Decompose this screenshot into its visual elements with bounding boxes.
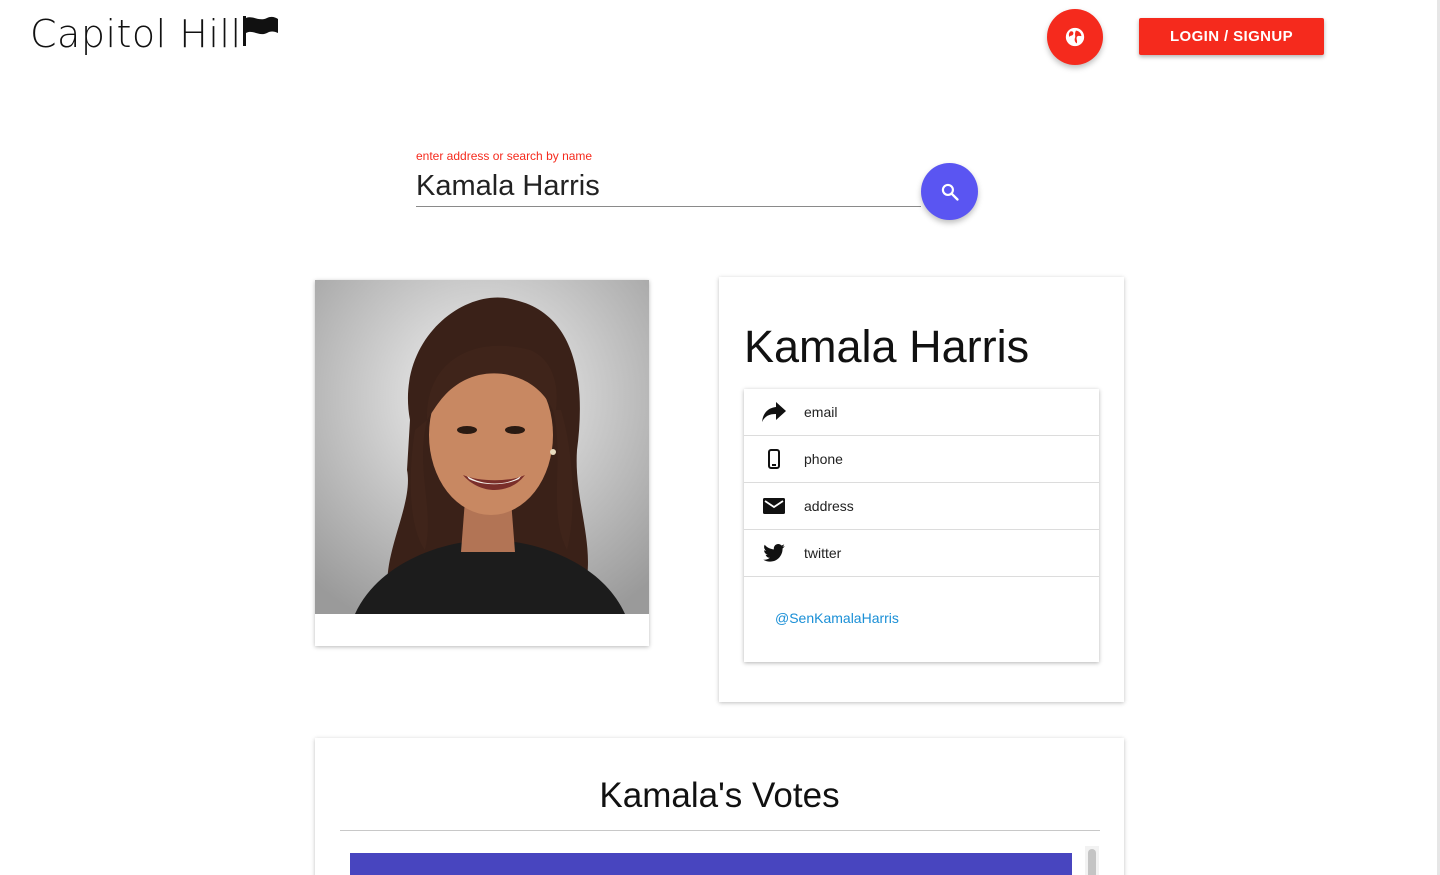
twitter-handle-link[interactable]: @SenKamalaHarris [775, 610, 899, 626]
contact-list: email phone address twitter @SenKamalaHa… [744, 389, 1099, 662]
photo-card [315, 280, 649, 646]
contact-row-email[interactable]: email [744, 389, 1099, 436]
globe-button[interactable] [1047, 9, 1103, 65]
contact-label-address: address [804, 498, 854, 514]
twitter-bird-icon [744, 544, 804, 562]
votes-scrollbar-thumb[interactable] [1088, 849, 1096, 875]
mobile-phone-icon [744, 449, 804, 469]
search-label: enter address or search by name [416, 149, 593, 163]
page: Capitol Hill LOGIN / SIGNUP enter addres… [0, 0, 1440, 875]
profile-name: Kamala Harris [744, 321, 1030, 372]
contact-label-phone: phone [804, 451, 843, 467]
login-signup-button[interactable]: LOGIN / SIGNUP [1139, 18, 1324, 55]
contact-row-phone[interactable]: phone [744, 436, 1099, 483]
profile-photo [315, 280, 649, 614]
profile-info-card: Kamala Harris email phone address twitte… [719, 277, 1124, 702]
share-arrow-icon [744, 401, 804, 423]
logo[interactable]: Capitol Hill [30, 12, 279, 56]
votes-list-header-bar [350, 853, 1072, 875]
search-icon [941, 183, 959, 201]
contact-row-address[interactable]: address [744, 483, 1099, 530]
globe-icon [1065, 27, 1085, 47]
contact-label-twitter: twitter [804, 545, 842, 561]
logo-text: Capitol Hill [30, 12, 242, 56]
search-input[interactable] [416, 166, 921, 207]
contact-row-twitter[interactable]: twitter [744, 530, 1099, 577]
envelope-icon [744, 498, 804, 514]
votes-card: Kamala's Votes [315, 738, 1124, 875]
contact-label-email: email [804, 404, 838, 420]
votes-divider [340, 830, 1100, 831]
flag-icon [242, 16, 278, 46]
votes-title: Kamala's Votes [599, 776, 840, 815]
search-button[interactable] [921, 163, 978, 220]
